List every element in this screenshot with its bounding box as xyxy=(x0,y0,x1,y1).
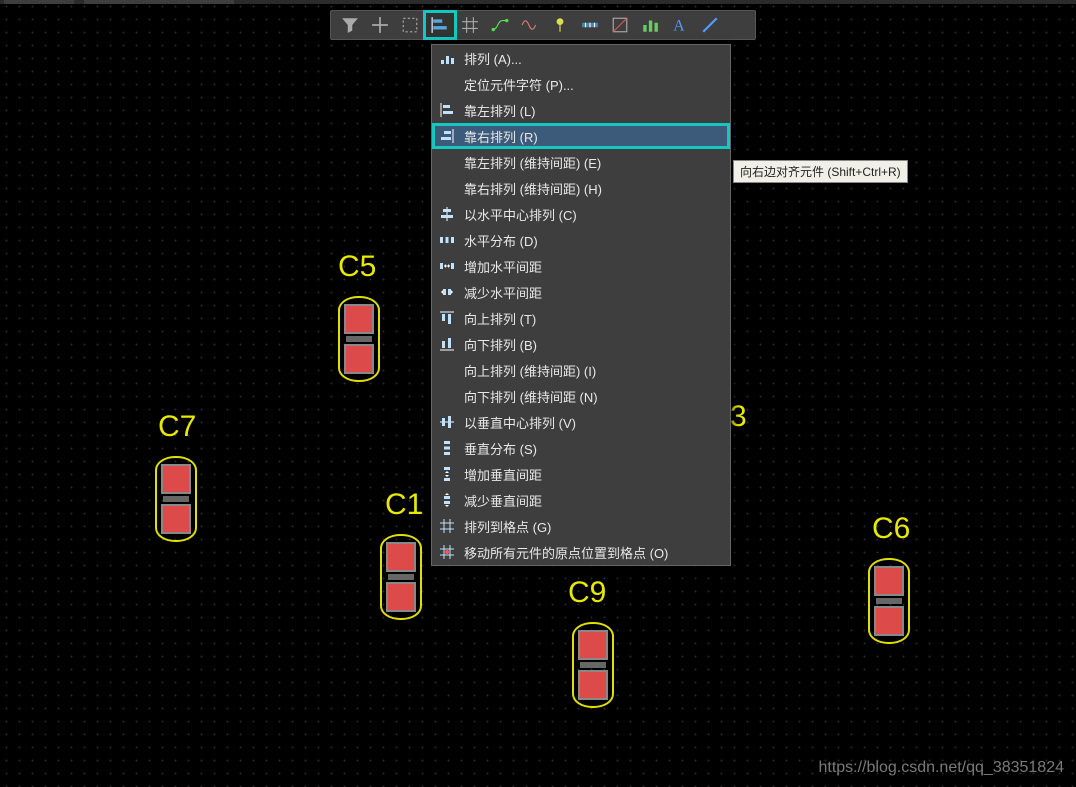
inc-h-icon xyxy=(438,257,456,275)
menu-item-label: 增加垂直间距 xyxy=(464,465,542,484)
menu-item-4[interactable]: 靠左排列 (维持间距) (E) xyxy=(432,149,730,175)
wave-icon[interactable] xyxy=(515,12,545,38)
menu-item-label: 增加水平间距 xyxy=(464,257,542,276)
svg-text:A: A xyxy=(673,18,685,34)
menu-item-9[interactable]: 减少水平间距 xyxy=(432,279,730,305)
dist-h-icon xyxy=(438,231,456,249)
menu-item-19[interactable]: 移动所有元件的原点位置到格点 (O) xyxy=(432,539,730,565)
blank-icon xyxy=(438,75,456,93)
filter-icon[interactable] xyxy=(335,12,365,38)
dist-v-icon xyxy=(438,439,456,457)
menu-item-6[interactable]: 以水平中心排列 (C) xyxy=(432,201,730,227)
select-rect-icon[interactable] xyxy=(395,12,425,38)
menu-item-18[interactable]: 排列到格点 (G) xyxy=(432,513,730,539)
toolbar: A xyxy=(330,10,756,40)
menu-item-3[interactable]: 靠右排列 (R) xyxy=(432,123,730,149)
menu-item-label: 靠左排列 (维持间距) (E) xyxy=(464,153,601,172)
menu-item-label: 向上排列 (维持间距) (I) xyxy=(464,361,596,380)
grid-origin-icon xyxy=(438,543,456,561)
menu-item-5[interactable]: 靠右排列 (维持间距) (H) xyxy=(432,175,730,201)
menu-item-16[interactable]: 增加垂直间距 xyxy=(432,461,730,487)
menu-item-8[interactable]: 增加水平间距 xyxy=(432,253,730,279)
component-label-C6[interactable]: C6 xyxy=(872,512,910,546)
dec-v-icon xyxy=(438,491,456,509)
menu-item-label: 靠左排列 (L) xyxy=(464,101,536,120)
grid-icon[interactable] xyxy=(455,12,485,38)
align-vcenter-icon xyxy=(438,413,456,431)
align-arrange-icon xyxy=(438,49,456,67)
graph-icon[interactable] xyxy=(605,12,635,38)
menu-item-label: 移动所有元件的原点位置到格点 (O) xyxy=(464,543,668,562)
tooltip: 向右边对齐元件 (Shift+Ctrl+R) xyxy=(733,160,908,183)
component-label-partial: 3 xyxy=(730,400,747,434)
grid-icon xyxy=(438,517,456,535)
menu-item-label: 向下排列 (维持间距 (N) xyxy=(464,387,598,406)
menu-item-10[interactable]: 向上排列 (T) xyxy=(432,305,730,331)
menu-item-11[interactable]: 向下排列 (B) xyxy=(432,331,730,357)
align-right-icon xyxy=(438,127,456,145)
pin-icon[interactable] xyxy=(545,12,575,38)
dec-h-icon xyxy=(438,283,456,301)
route-icon[interactable] xyxy=(485,12,515,38)
menu-item-label: 向上排列 (T) xyxy=(464,309,536,328)
menu-item-label: 靠右排列 (维持间距) (H) xyxy=(464,179,602,198)
component-C5[interactable] xyxy=(338,296,380,382)
menu-item-13[interactable]: 向下排列 (维持间距 (N) xyxy=(432,383,730,409)
blank-icon xyxy=(438,387,456,405)
menu-item-label: 排列 (A)... xyxy=(464,49,522,68)
align-icon[interactable] xyxy=(425,12,455,38)
component-label-C7[interactable]: C7 xyxy=(158,410,196,444)
menu-item-label: 垂直分布 (S) xyxy=(464,439,537,458)
blank-icon xyxy=(438,361,456,379)
blank-icon xyxy=(438,153,456,171)
align-top-icon xyxy=(438,309,456,327)
component-label-C1[interactable]: C1 xyxy=(385,488,423,522)
menu-item-label: 以垂直中心排列 (V) xyxy=(464,413,576,432)
menu-item-label: 排列到格点 (G) xyxy=(464,517,551,536)
measure-icon[interactable] xyxy=(575,12,605,38)
menu-item-1[interactable]: 定位元件字符 (P)... xyxy=(432,71,730,97)
menu-item-15[interactable]: 垂直分布 (S) xyxy=(432,435,730,461)
menu-item-label: 向下排列 (B) xyxy=(464,335,537,354)
component-label-C5[interactable]: C5 xyxy=(338,250,376,284)
component-C6[interactable] xyxy=(868,558,910,644)
menu-item-2[interactable]: 靠左排列 (L) xyxy=(432,97,730,123)
window-top-edge xyxy=(0,0,1076,4)
inc-v-icon xyxy=(438,465,456,483)
component-C9[interactable] xyxy=(572,622,614,708)
component-C7[interactable] xyxy=(155,456,197,542)
menu-item-7[interactable]: 水平分布 (D) xyxy=(432,227,730,253)
menu-item-17[interactable]: 减少垂直间距 xyxy=(432,487,730,513)
align-left-icon xyxy=(438,101,456,119)
component-C1[interactable] xyxy=(380,534,422,620)
crosshair-icon[interactable] xyxy=(365,12,395,38)
menu-item-label: 减少垂直间距 xyxy=(464,491,542,510)
component-label-C9[interactable]: C9 xyxy=(568,576,606,610)
menu-item-label: 靠右排列 (R) xyxy=(464,127,538,146)
menu-item-label: 定位元件字符 (P)... xyxy=(464,75,574,94)
menu-item-label: 以水平中心排列 (C) xyxy=(464,205,577,224)
chart-icon[interactable] xyxy=(635,12,665,38)
blank-icon xyxy=(438,179,456,197)
align-bottom-icon xyxy=(438,335,456,353)
menu-item-0[interactable]: 排列 (A)... xyxy=(432,45,730,71)
align-hcenter-icon xyxy=(438,205,456,223)
menu-item-14[interactable]: 以垂直中心排列 (V) xyxy=(432,409,730,435)
watermark: https://blog.csdn.net/qq_38351824 xyxy=(818,759,1064,777)
line-icon[interactable] xyxy=(695,12,725,38)
text-icon[interactable]: A xyxy=(665,12,695,38)
align-dropdown-menu: 排列 (A)... 定位元件字符 (P)... 靠左排列 (L) 靠右排列 (R) 靠左… xyxy=(431,44,731,566)
menu-item-label: 水平分布 (D) xyxy=(464,231,538,250)
menu-item-label: 减少水平间距 xyxy=(464,283,542,302)
menu-item-12[interactable]: 向上排列 (维持间距) (I) xyxy=(432,357,730,383)
